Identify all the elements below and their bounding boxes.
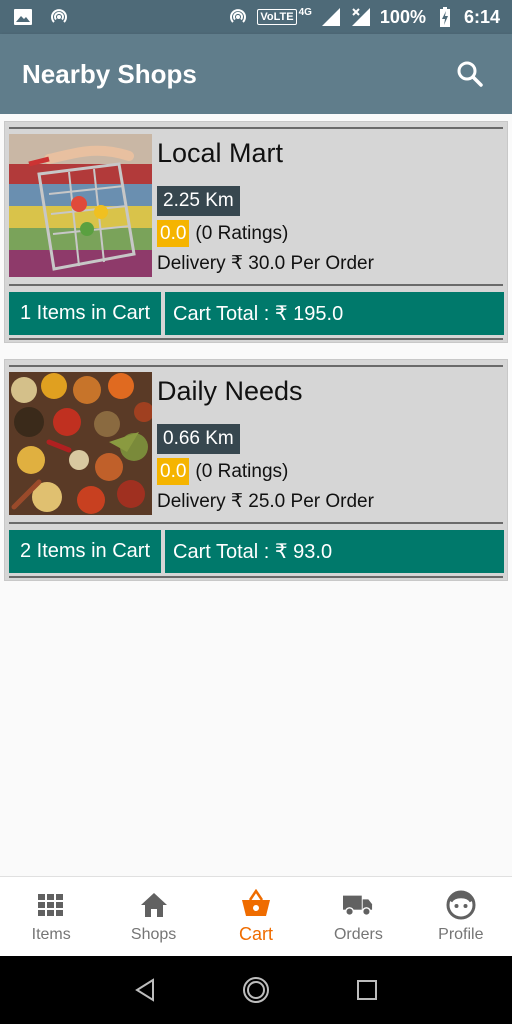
recents-button[interactable] xyxy=(347,970,387,1010)
nav-label: Items xyxy=(31,925,71,943)
cart-total-button[interactable]: Cart Total : ₹ 93.0 xyxy=(165,530,504,573)
nav-orders[interactable]: Orders xyxy=(307,877,409,956)
signal-icon xyxy=(320,6,342,28)
spices-photo xyxy=(9,372,152,515)
cart-total-button[interactable]: Cart Total : ₹ 195.0 xyxy=(165,292,504,335)
hotspot-icon xyxy=(48,6,70,28)
grid-icon xyxy=(36,890,66,920)
search-button[interactable] xyxy=(450,54,490,94)
nav-label: Orders xyxy=(333,925,383,943)
back-icon xyxy=(135,978,155,1002)
signal-no-data-icon xyxy=(350,6,372,28)
status-bar: VoLTE 4G 100% 6:14 xyxy=(0,0,512,34)
delivery-charge: Delivery ₹ 30.0 Per Order xyxy=(157,253,374,274)
shopping-cart-photo xyxy=(9,134,152,277)
search-icon xyxy=(457,61,483,87)
nav-label: Cart xyxy=(239,924,274,944)
status-left xyxy=(12,6,70,28)
bottom-navigation: Items Shops Cart Orders Profile xyxy=(0,876,512,956)
distance-badge: 0.66 Km xyxy=(157,424,240,454)
divider xyxy=(9,127,503,129)
basket-icon xyxy=(241,888,271,918)
volte-badge: VoLTE xyxy=(257,9,297,25)
rating-row: 0.0 (0 Ratings) xyxy=(157,220,288,247)
home-icon xyxy=(139,890,169,920)
divider xyxy=(9,522,503,524)
system-navigation-bar xyxy=(0,956,512,1024)
shop-list: Local Mart 2.25 Km 0.0 (0 Ratings) Deliv… xyxy=(0,114,512,876)
cart-items-button[interactable]: 2 Items in Cart xyxy=(9,530,161,573)
network-gen-label: 4G xyxy=(298,6,312,18)
page-title: Nearby Shops xyxy=(22,58,197,89)
divider xyxy=(9,365,503,367)
back-button[interactable] xyxy=(125,970,165,1010)
divider xyxy=(9,338,503,340)
home-circle-icon xyxy=(242,977,269,1003)
ratings-count: (0 Ratings) xyxy=(195,460,289,482)
divider xyxy=(9,576,503,578)
ratings-count: (0 Ratings) xyxy=(195,222,289,244)
nav-items[interactable]: Items xyxy=(0,877,102,956)
shop-card[interactable]: Daily Needs 0.66 Km 0.0 (0 Ratings) Deli… xyxy=(4,359,508,581)
shop-name: Local Mart xyxy=(157,138,284,168)
shop-card[interactable]: Local Mart 2.25 Km 0.0 (0 Ratings) Deliv… xyxy=(4,121,508,343)
shop-image xyxy=(9,134,152,277)
battery-charging-icon xyxy=(434,6,456,28)
battery-percent: 100% xyxy=(379,6,426,27)
nav-shops[interactable]: Shops xyxy=(102,877,204,956)
face-icon xyxy=(446,890,476,920)
divider xyxy=(9,284,503,286)
clock: 6:14 xyxy=(463,6,500,27)
nav-label: Shops xyxy=(130,925,177,943)
status-right: VoLTE 4G 100% 6:14 xyxy=(227,6,500,28)
nav-profile[interactable]: Profile xyxy=(410,877,512,956)
shop-name: Daily Needs xyxy=(157,376,303,406)
truck-icon xyxy=(343,890,373,920)
app-bar: Nearby Shops xyxy=(0,34,512,114)
nav-label: Profile xyxy=(438,925,484,943)
home-button[interactable] xyxy=(236,970,276,1010)
delivery-charge: Delivery ₹ 25.0 Per Order xyxy=(157,491,374,512)
cart-items-button[interactable]: 1 Items in Cart xyxy=(9,292,161,335)
rating-badge: 0.0 xyxy=(157,458,190,485)
distance-badge: 2.25 Km xyxy=(157,186,240,216)
rating-row: 0.0 (0 Ratings) xyxy=(157,458,288,485)
hotspot-icon xyxy=(227,6,249,28)
rating-badge: 0.0 xyxy=(157,220,190,247)
nav-cart[interactable]: Cart xyxy=(205,877,307,956)
image-notification-icon xyxy=(12,6,34,28)
shop-image xyxy=(9,372,152,515)
recents-icon xyxy=(356,980,377,1000)
